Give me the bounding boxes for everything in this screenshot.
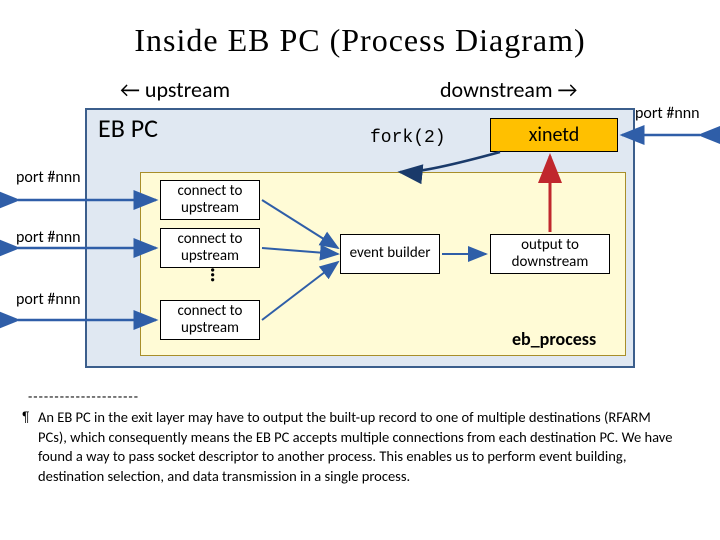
event-builder-box: event builder: [340, 234, 440, 274]
port-label-left-2: port #nnn: [16, 228, 81, 247]
port-label-left-3: port #nnn: [16, 290, 81, 309]
output-downstream-box: output to downstream: [490, 234, 610, 274]
footnote-text: An EB PC in the exit layer may have to o…: [38, 408, 678, 486]
connect-upstream-3: connect to upstream: [160, 300, 260, 340]
port-label-right: port #nnn: [635, 104, 700, 123]
slide-title: Inside EB PC (Process Diagram): [0, 22, 720, 59]
connect-upstream-1: connect to upstream: [160, 180, 260, 220]
ellipsis: …: [205, 267, 232, 277]
ebpc-label: EB PC: [98, 112, 158, 144]
upstream-label: ← upstream: [120, 76, 230, 103]
ebprocess-label: eb_process: [512, 328, 596, 350]
fork-label: fork(2): [370, 128, 446, 148]
footnote-bullet: ¶: [22, 408, 30, 424]
downstream-label: downstream →: [440, 76, 577, 103]
connect-upstream-2: connect to upstream: [160, 228, 260, 268]
xinetd-box: xinetd: [490, 118, 618, 152]
port-label-left-1: port #nnn: [16, 168, 81, 187]
footnote-sep: ---------------------: [28, 388, 139, 405]
